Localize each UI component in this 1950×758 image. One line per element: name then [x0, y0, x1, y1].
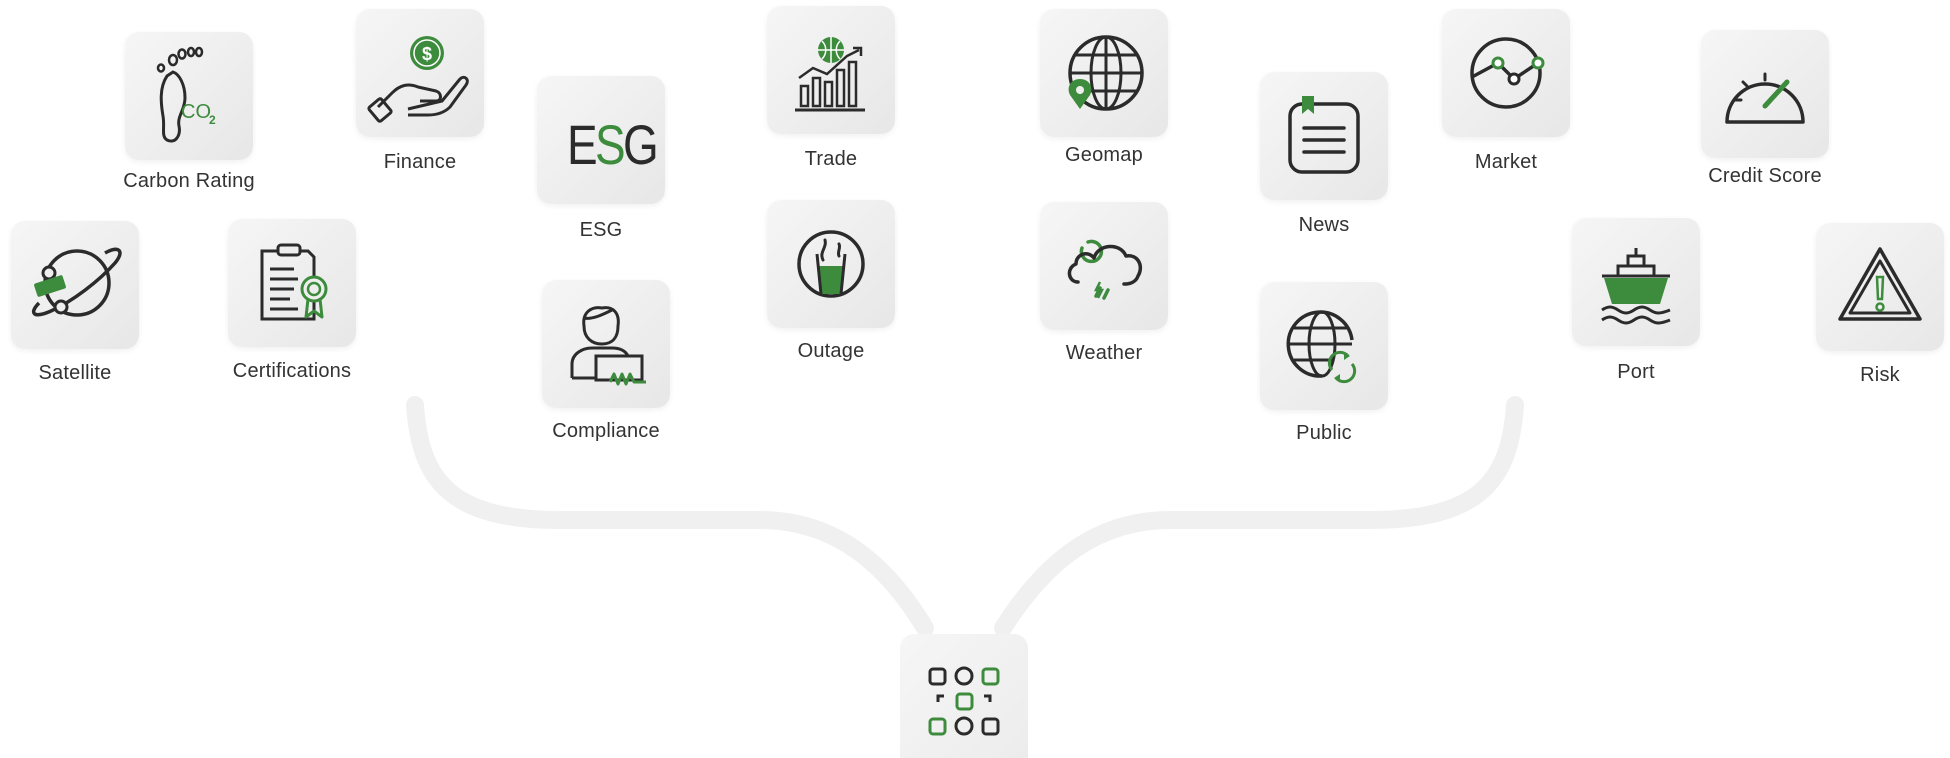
- globe-pin-icon: [1068, 35, 1144, 111]
- carbon-rating-tile[interactable]: CO 2: [125, 32, 253, 160]
- satellite-icon: [31, 247, 122, 317]
- esg-tile[interactable]: E S G: [537, 76, 665, 204]
- svg-text:E: E: [567, 114, 598, 176]
- carbon-footprint-icon: CO 2: [156, 46, 216, 143]
- compliance-label: Compliance: [552, 420, 660, 442]
- carbon-rating-label: Carbon Rating: [123, 170, 255, 192]
- hub-tile[interactable]: [900, 634, 1028, 758]
- news-tile[interactable]: [1260, 72, 1388, 200]
- geomap-label: Geomap: [1065, 144, 1143, 166]
- svg-text:G: G: [623, 114, 659, 176]
- compliance-person-icon: [570, 306, 646, 386]
- port-label: Port: [1617, 361, 1655, 383]
- globe-refresh-icon: [1286, 310, 1357, 384]
- finance-tile[interactable]: $: [356, 9, 484, 137]
- market-tile[interactable]: [1442, 9, 1570, 137]
- market-label: Market: [1474, 151, 1538, 173]
- credit-score-tile[interactable]: [1701, 30, 1829, 158]
- money-hand-icon: $: [367, 36, 469, 123]
- certifications-tile[interactable]: [228, 219, 356, 347]
- svg-text:S: S: [595, 114, 626, 176]
- trade-tile[interactable]: [767, 6, 895, 134]
- svg-text:$: $: [422, 44, 432, 64]
- ship-icon: [1601, 248, 1671, 325]
- satellite-tile[interactable]: [11, 221, 139, 349]
- news-label: News: [1298, 214, 1350, 236]
- svg-text:CO: CO: [181, 101, 211, 123]
- speedometer-icon: [1725, 72, 1805, 124]
- certifications-label: Certifications: [232, 360, 352, 382]
- weather-label: Weather: [1065, 342, 1143, 364]
- certificate-icon: [260, 243, 328, 321]
- svg-text:2: 2: [209, 113, 216, 127]
- public-tile[interactable]: [1260, 282, 1388, 410]
- outage-label: Outage: [797, 340, 865, 362]
- trade-chart-icon: [795, 37, 865, 112]
- warning-icon: [1838, 247, 1922, 321]
- esg-label: ESG: [579, 219, 623, 241]
- weather-tile[interactable]: [1040, 202, 1168, 330]
- trade-label: Trade: [804, 148, 858, 170]
- satellite-label: Satellite: [38, 362, 112, 384]
- risk-tile[interactable]: [1816, 223, 1944, 351]
- risk-label: Risk: [1860, 364, 1900, 386]
- outage-icon: [797, 230, 865, 298]
- apps-grid-icon: [928, 666, 1000, 736]
- compliance-tile[interactable]: [542, 280, 670, 408]
- port-tile[interactable]: [1572, 218, 1700, 346]
- weather-cloud-icon: [1067, 239, 1143, 300]
- geomap-tile[interactable]: [1040, 9, 1168, 137]
- finance-label: Finance: [383, 151, 457, 173]
- credit-score-label: Credit Score: [1708, 165, 1822, 187]
- market-line-icon: [1470, 37, 1545, 109]
- outage-tile[interactable]: [767, 200, 895, 328]
- news-icon: [1288, 96, 1360, 174]
- esg-icon: E S G: [567, 114, 659, 176]
- public-label: Public: [1296, 422, 1352, 444]
